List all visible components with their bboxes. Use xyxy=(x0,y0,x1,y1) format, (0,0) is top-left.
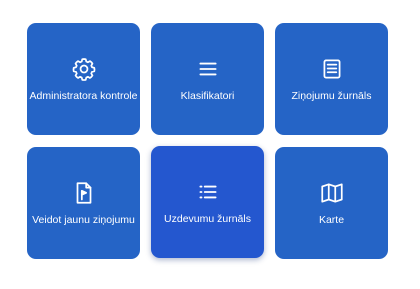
map-label: Karte xyxy=(318,214,345,226)
task-journal-tile[interactable]: Uzdevumu žurnāls xyxy=(151,146,264,258)
menu-icon xyxy=(195,56,221,82)
task-list-icon xyxy=(195,179,221,205)
create-report-tile[interactable]: Veidot jaunu ziņojumu xyxy=(27,147,140,259)
map-tile[interactable]: Karte xyxy=(275,147,388,259)
classifiers-label: Klasifikatori xyxy=(180,90,235,102)
new-report-flag-icon xyxy=(71,180,97,206)
report-journal-label: Ziņojumu žurnāls xyxy=(291,90,372,102)
report-journal-tile[interactable]: Ziņojumu žurnāls xyxy=(275,23,388,135)
map-icon xyxy=(319,180,345,206)
admin-control-tile[interactable]: Administratora kontrole xyxy=(27,23,140,135)
classifiers-tile[interactable]: Klasifikatori xyxy=(151,23,264,135)
create-report-label: Veidot jaunu ziņojumu xyxy=(32,214,135,226)
admin-control-label: Administratora kontrole xyxy=(29,90,138,102)
task-journal-label: Uzdevumu žurnāls xyxy=(164,213,251,225)
gear-icon xyxy=(71,56,97,82)
journal-icon xyxy=(319,56,345,82)
